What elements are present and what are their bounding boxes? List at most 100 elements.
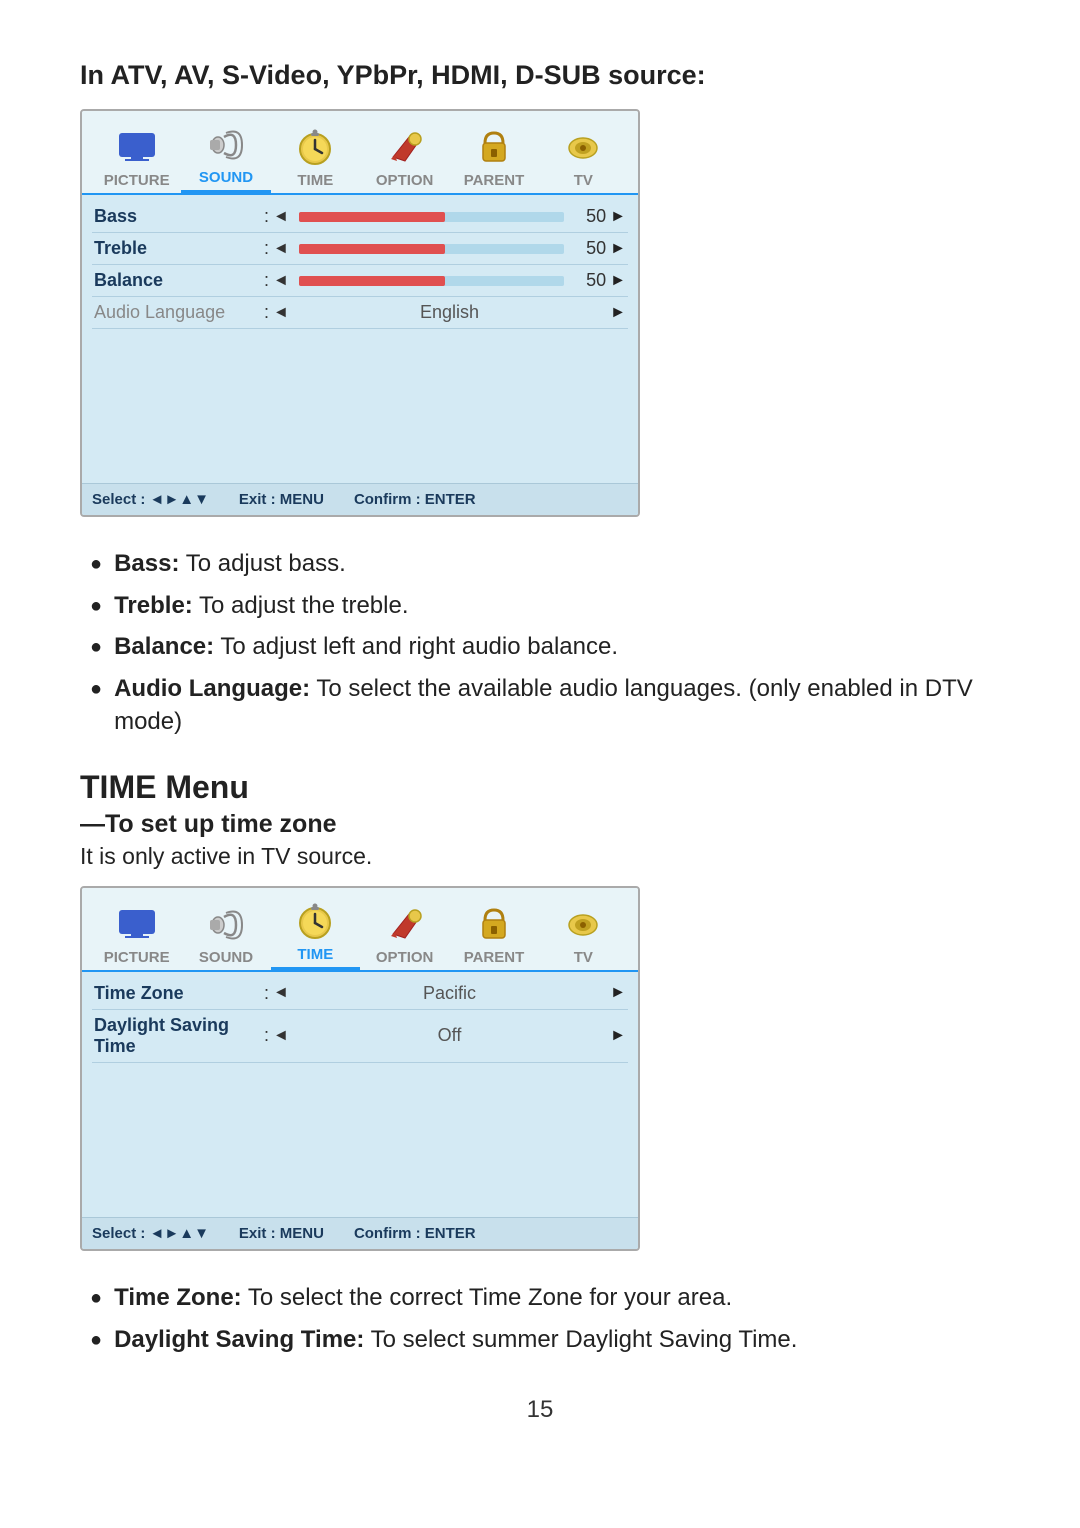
time-sound-icon xyxy=(203,901,249,947)
time-tab-picture[interactable]: PICTURE xyxy=(92,901,181,970)
time-icon xyxy=(292,124,338,170)
dst-colon: : xyxy=(264,1025,269,1046)
tab-time[interactable]: TIME xyxy=(271,124,360,193)
time-menu-rows: Time Zone : ◄ Pacific ► Daylight Saving … xyxy=(82,972,638,1217)
time-tab-parent[interactable]: PARENT xyxy=(449,901,538,970)
time-tab-sound[interactable]: SOUND xyxy=(181,901,270,970)
treble-row: Treble : ◄ 50 ► xyxy=(92,233,628,265)
treble-value: 50 xyxy=(570,238,606,259)
treble-bar xyxy=(299,244,564,254)
time-tab-time-label: TIME xyxy=(297,946,333,963)
time-tab-time[interactable]: TIME xyxy=(271,898,360,970)
balance-colon: : xyxy=(264,270,269,291)
audio-language-label: Audio Language xyxy=(94,302,264,323)
dst-value: Off xyxy=(293,1025,606,1046)
balance-left-arrow[interactable]: ◄ xyxy=(273,272,289,290)
tab-time-label: TIME xyxy=(297,172,333,189)
timezone-colon: : xyxy=(264,983,269,1004)
bullet-timezone-bold: Time Zone: xyxy=(114,1284,242,1311)
time-menu-box: PICTURE SOUND xyxy=(80,886,640,1251)
audio-lang-colon: : xyxy=(264,302,269,323)
bullet-timezone: Time Zone: To select the correct Time Zo… xyxy=(90,1281,1000,1315)
time-tab-tv-label: TV xyxy=(574,949,593,966)
timezone-right-arrow[interactable]: ► xyxy=(610,984,626,1002)
bullet-audio-language: Audio Language: To select the available … xyxy=(90,672,1000,739)
treble-label: Treble xyxy=(94,238,264,259)
sound-menu-box: PICTURE SOUND xyxy=(80,109,640,517)
picture-icon xyxy=(114,124,160,170)
tab-option[interactable]: OPTION xyxy=(360,124,449,193)
section1: In ATV, AV, S-Video, YPbPr, HDMI, D-SUB … xyxy=(80,60,1000,739)
time-footer-exit: Exit : MENU xyxy=(239,1225,324,1242)
time-tab-parent-label: PARENT xyxy=(464,949,525,966)
bullet-audio-language-text: Audio Language: To select the available … xyxy=(114,672,1000,739)
tab-sound-label: SOUND xyxy=(199,169,253,186)
time-time-icon xyxy=(292,898,338,944)
bass-value: 50 xyxy=(570,206,606,227)
bullet-timezone-text: Time Zone: To select the correct Time Zo… xyxy=(114,1281,732,1315)
treble-left-arrow[interactable]: ◄ xyxy=(273,240,289,258)
timezone-value: Pacific xyxy=(293,983,606,1004)
tab-tv[interactable]: TV xyxy=(539,124,628,193)
parent-icon xyxy=(471,124,517,170)
sound-menu-rows: Bass : ◄ 50 ► Treble : ◄ 50 ► xyxy=(82,195,638,483)
sound-menu-footer: Select : ◄►▲▼ Exit : MENU Confirm : ENTE… xyxy=(82,483,638,515)
bullet-bass: Bass: To adjust bass. xyxy=(90,547,1000,581)
time-parent-icon xyxy=(471,901,517,947)
balance-value: 50 xyxy=(570,270,606,291)
time-tab-tv[interactable]: TV xyxy=(539,901,628,970)
time-tab-option-label: OPTION xyxy=(376,949,434,966)
section1-bullets: Bass: To adjust bass. Treble: To adjust … xyxy=(80,547,1000,739)
time-menu-tabs-row: PICTURE SOUND xyxy=(82,888,638,970)
bullet-dst-text: Daylight Saving Time: To select summer D… xyxy=(114,1323,797,1357)
treble-right-arrow[interactable]: ► xyxy=(610,240,626,258)
footer-select: Select : ◄►▲▼ xyxy=(92,491,209,508)
bullet-dst: Daylight Saving Time: To select summer D… xyxy=(90,1323,1000,1357)
tab-sound[interactable]: SOUND xyxy=(181,121,270,193)
bullet-bass-bold: Bass: xyxy=(114,550,179,577)
audio-lang-left-arrow[interactable]: ◄ xyxy=(273,304,289,322)
section1-heading: In ATV, AV, S-Video, YPbPr, HDMI, D-SUB … xyxy=(80,60,1000,91)
tab-tv-label: TV xyxy=(574,172,593,189)
dst-right-arrow[interactable]: ► xyxy=(610,1027,626,1045)
time-tab-sound-label: SOUND xyxy=(199,949,253,966)
time-menu-subtitle: —To set up time zone xyxy=(80,810,1000,839)
time-menu-footer: Select : ◄►▲▼ Exit : MENU Confirm : ENTE… xyxy=(82,1217,638,1249)
time-tab-option[interactable]: OPTION xyxy=(360,901,449,970)
footer-exit: Exit : MENU xyxy=(239,491,324,508)
audio-lang-right-arrow[interactable]: ► xyxy=(610,304,626,322)
section2: TIME Menu —To set up time zone It is onl… xyxy=(80,769,1000,1356)
bullet-treble-bold: Treble: xyxy=(114,592,193,619)
treble-colon: : xyxy=(264,238,269,259)
balance-right-arrow[interactable]: ► xyxy=(610,272,626,290)
balance-label: Balance xyxy=(94,270,264,291)
tab-parent[interactable]: PARENT xyxy=(449,124,538,193)
bass-row: Bass : ◄ 50 ► xyxy=(92,201,628,233)
bass-bar-fill xyxy=(299,212,445,222)
dst-row: Daylight Saving Time : ◄ Off ► xyxy=(92,1010,628,1063)
bass-label: Bass xyxy=(94,206,264,227)
bass-right-arrow[interactable]: ► xyxy=(610,208,626,226)
time-menu-desc: It is only active in TV source. xyxy=(80,843,1000,870)
audio-language-value: English xyxy=(293,302,606,323)
tab-option-label: OPTION xyxy=(376,172,434,189)
dst-left-arrow[interactable]: ◄ xyxy=(273,1027,289,1045)
tab-picture[interactable]: PICTURE xyxy=(92,124,181,193)
balance-row: Balance : ◄ 50 ► xyxy=(92,265,628,297)
bullet-balance-bold: Balance: xyxy=(114,633,214,660)
bass-left-arrow[interactable]: ◄ xyxy=(273,208,289,226)
dst-label: Daylight Saving Time xyxy=(94,1015,264,1057)
tab-picture-label: PICTURE xyxy=(104,172,170,189)
bullet-dst-bold: Daylight Saving Time: xyxy=(114,1326,364,1353)
timezone-row: Time Zone : ◄ Pacific ► xyxy=(92,978,628,1010)
timezone-left-arrow[interactable]: ◄ xyxy=(273,984,289,1002)
bullet-treble-text: Treble: To adjust the treble. xyxy=(114,589,408,623)
balance-bar-fill xyxy=(299,276,445,286)
option-icon xyxy=(382,124,428,170)
tv-icon xyxy=(560,124,606,170)
balance-bar xyxy=(299,276,564,286)
audio-language-row: Audio Language : ◄ English ► xyxy=(92,297,628,329)
bullet-balance-text: Balance: To adjust left and right audio … xyxy=(114,630,618,664)
time-footer-confirm: Confirm : ENTER xyxy=(354,1225,476,1242)
bass-bar xyxy=(299,212,564,222)
